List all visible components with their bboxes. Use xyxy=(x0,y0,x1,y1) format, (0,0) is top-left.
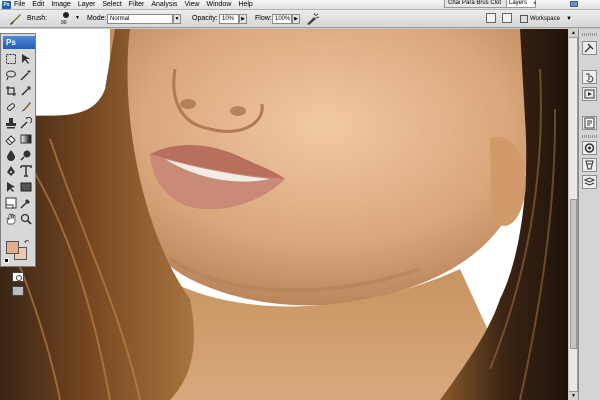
default-colors-icon[interactable] xyxy=(4,258,9,263)
menu-help[interactable]: Help xyxy=(238,0,252,10)
opacity-field[interactable]: 10% xyxy=(219,14,239,24)
opacity-slider-icon[interactable]: ▶ xyxy=(239,14,247,24)
brushes-panel-icon[interactable] xyxy=(502,13,512,23)
flow-field[interactable]: 100% xyxy=(272,14,292,24)
crop-icon[interactable] xyxy=(5,85,17,97)
menu-image[interactable]: Image xyxy=(51,0,70,10)
menu-view[interactable]: View xyxy=(184,0,199,10)
tools-panel: Ps ↶ xyxy=(0,33,36,296)
ps-logo: Ps xyxy=(3,36,35,49)
eyedropper-icon[interactable] xyxy=(20,197,32,209)
brush-icon[interactable] xyxy=(20,101,32,113)
dock-grip[interactable] xyxy=(582,33,597,36)
scroll-thumb[interactable] xyxy=(570,199,577,349)
layers-panel-icon[interactable] xyxy=(582,175,597,189)
type-icon[interactable] xyxy=(20,165,32,177)
quick-mask-icon[interactable] xyxy=(12,272,24,282)
menu-analysis[interactable]: Analysis xyxy=(151,0,177,10)
tab-layers[interactable]: Layers xyxy=(506,0,535,7)
mode-select[interactable]: Normal xyxy=(107,14,173,24)
minimize-icon[interactable] xyxy=(570,1,578,7)
lasso-icon[interactable] xyxy=(5,69,17,81)
document-canvas[interactable] xyxy=(0,29,568,400)
app-icon[interactable]: Ps xyxy=(2,1,11,9)
menu-edit[interactable]: Edit xyxy=(32,0,44,10)
chevron-down-icon: ▼ xyxy=(566,16,572,22)
healing-brush-icon[interactable] xyxy=(5,101,17,113)
tool-presets-icon[interactable] xyxy=(486,13,496,23)
menu-list: File Edit Image Layer Select Filter Anal… xyxy=(14,0,253,10)
brush-preset-icon[interactable] xyxy=(63,12,69,18)
pen-icon[interactable] xyxy=(5,165,17,177)
mode-label: Mode: xyxy=(87,15,107,22)
swatches-panel-icon[interactable] xyxy=(582,158,597,172)
marquee-icon[interactable] xyxy=(5,53,17,65)
photo-image xyxy=(0,29,568,400)
vertical-scrollbar[interactable]: ▲ ▼ xyxy=(569,29,578,400)
history-panel-icon[interactable] xyxy=(582,70,597,84)
notes-icon[interactable] xyxy=(5,197,17,209)
foreground-color-swatch[interactable] xyxy=(6,241,19,254)
clone-stamp-icon[interactable] xyxy=(5,117,17,129)
tab-document[interactable]: Chai Para Brus Clot xyxy=(445,0,501,6)
history-brush-icon[interactable] xyxy=(20,116,33,129)
magic-wand-icon[interactable] xyxy=(20,69,32,81)
tool-presets-panel-icon[interactable] xyxy=(582,41,597,55)
panel-tabs: Chai Para Brus Clot Layers xyxy=(444,0,536,8)
brush-label: Brush: xyxy=(27,15,48,22)
options-bar: Brush: 90 ▼ Mode: Normal ▼ Opacity: 10% … xyxy=(0,10,600,28)
mode-dropdown-icon[interactable]: ▼ xyxy=(173,14,181,24)
menu-select[interactable]: Select xyxy=(102,0,121,10)
color-panel-icon[interactable] xyxy=(582,141,597,155)
flow-slider-icon[interactable]: ▶ xyxy=(292,14,300,24)
workspace-label: Workspace xyxy=(530,16,560,22)
workspace-button[interactable]: Workspace ▼ xyxy=(520,14,572,24)
close-icon[interactable]: × xyxy=(533,0,537,8)
brush-tool-icon[interactable] xyxy=(8,13,22,25)
menu-window[interactable]: Window xyxy=(206,0,231,10)
hand-icon[interactable] xyxy=(5,213,17,225)
zoom-icon[interactable] xyxy=(20,213,32,225)
swap-colors-icon[interactable]: ↶ xyxy=(24,239,29,246)
rectangle-shape-icon[interactable] xyxy=(20,181,32,193)
scroll-down-icon[interactable]: ▼ xyxy=(569,391,578,400)
brush-size: 90 xyxy=(61,20,67,26)
actions-panel-icon[interactable] xyxy=(582,87,597,101)
dodge-icon[interactable] xyxy=(20,149,32,161)
menu-file[interactable]: File xyxy=(14,0,25,10)
menu-layer[interactable]: Layer xyxy=(78,0,96,10)
gradient-icon[interactable] xyxy=(20,133,32,145)
dock-grip[interactable] xyxy=(582,135,597,138)
menu-bar: Ps File Edit Image Layer Select Filter A… xyxy=(0,0,600,10)
flow-label: Flow: xyxy=(255,15,272,22)
slice-icon[interactable] xyxy=(20,85,32,97)
move-icon[interactable] xyxy=(20,53,32,65)
chevron-down-icon[interactable]: ▼ xyxy=(75,15,80,21)
screen-mode-icon[interactable] xyxy=(12,286,24,296)
scroll-up-icon[interactable]: ▲ xyxy=(569,29,578,38)
eraser-icon[interactable] xyxy=(5,133,17,146)
info-panel-icon[interactable] xyxy=(582,116,597,130)
menu-filter[interactable]: Filter xyxy=(129,0,145,10)
workspace-icon xyxy=(520,15,528,23)
path-selection-icon[interactable] xyxy=(5,181,17,193)
blur-icon[interactable] xyxy=(5,149,17,161)
airbrush-icon[interactable] xyxy=(306,12,320,25)
opacity-label: Opacity: xyxy=(192,15,218,22)
